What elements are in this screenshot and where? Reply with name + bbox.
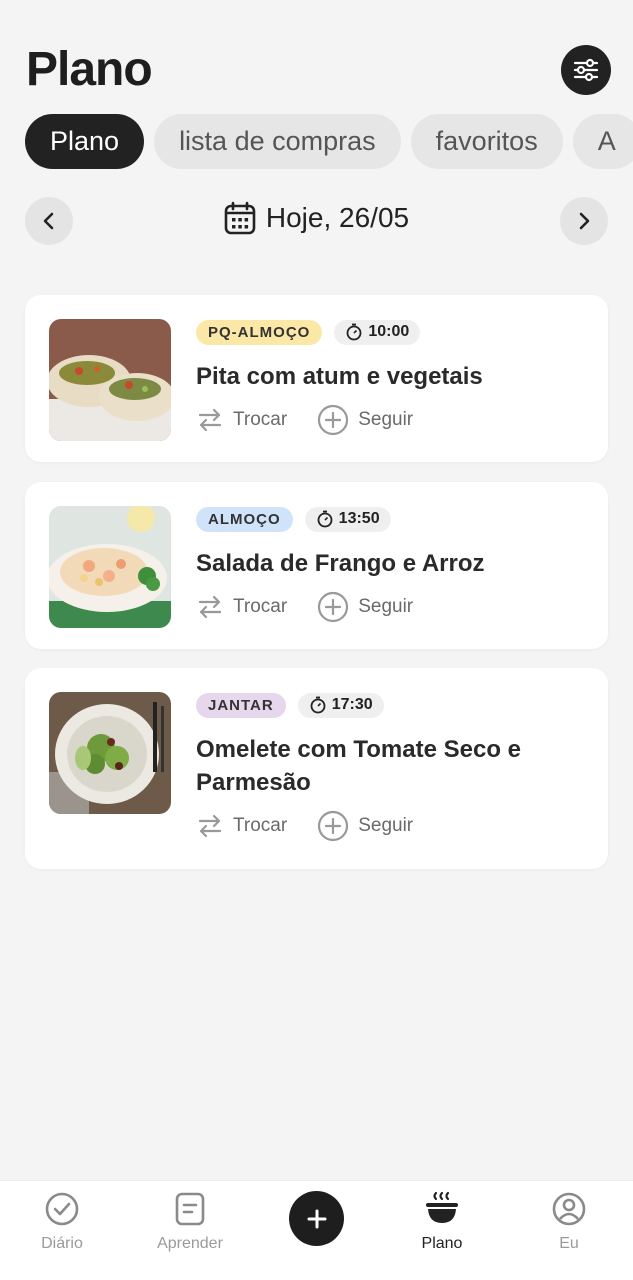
- bottom-navigation: Diário Aprender Plano Eu: [0, 1180, 633, 1280]
- meal-time: 17:30: [331, 696, 373, 713]
- tab-more[interactable]: A: [572, 114, 633, 169]
- swap-button[interactable]: Trocar: [196, 406, 287, 434]
- nav-item-eu[interactable]: Eu: [514, 1189, 624, 1253]
- date-navigator: Hoje, 26/05: [25, 197, 608, 247]
- nav-item-aprender[interactable]: Aprender: [135, 1189, 245, 1253]
- meal-name[interactable]: Salada de Frango e Arroz: [196, 547, 588, 580]
- meal-name[interactable]: Omelete com Tomate Seco e Parmesão: [196, 733, 588, 799]
- time-badge: 10:00: [334, 319, 421, 345]
- swap-button[interactable]: Trocar: [196, 812, 287, 840]
- stopwatch-icon: [310, 696, 326, 714]
- nav-item-plano[interactable]: Plano: [387, 1189, 497, 1253]
- date-display[interactable]: Hoje, 26/05: [25, 201, 608, 235]
- add-button[interactable]: [289, 1191, 344, 1246]
- header: Plano: [26, 40, 611, 100]
- date-text: Hoje, 26/05: [265, 202, 410, 233]
- document-icon: [175, 1192, 205, 1226]
- swap-icon: [198, 814, 222, 838]
- next-day-button[interactable]: [560, 197, 608, 245]
- follow-label: Seguir: [358, 815, 414, 836]
- nav-label: Plano: [421, 1235, 463, 1252]
- profile-icon: [552, 1192, 586, 1226]
- plus-icon: [307, 1209, 326, 1228]
- meal-photo: [49, 319, 171, 441]
- meal-time: 13:50: [338, 510, 380, 527]
- nav-label: Eu: [559, 1235, 579, 1252]
- plus-circle-icon: [318, 810, 349, 842]
- meal-type-badge: ALMOÇO: [196, 506, 293, 532]
- tab-lista-de-compras[interactable]: lista de compras: [154, 114, 401, 169]
- meal-type-badge: JANTAR: [196, 692, 286, 718]
- filter-button[interactable]: [561, 45, 611, 95]
- meal-card[interactable]: JANTAR 17:30 Omelete com Tomate Seco e P…: [25, 668, 608, 869]
- swap-label: Trocar: [233, 409, 288, 430]
- tab-favoritos[interactable]: favoritos: [410, 114, 563, 169]
- meal-card[interactable]: ALMOÇO 13:50 Salada de Frango e Arroz Tr…: [25, 482, 608, 649]
- plus-circle-icon: [318, 404, 349, 436]
- swap-label: Trocar: [233, 815, 288, 836]
- nav-item-diario[interactable]: Diário: [7, 1189, 117, 1253]
- nav-label: Diário: [41, 1235, 83, 1252]
- plus-circle-icon: [318, 591, 349, 623]
- sliders-icon: [573, 58, 599, 82]
- check-circle-icon: [45, 1192, 79, 1226]
- meal-photo: [49, 692, 171, 814]
- chevron-right-icon: [579, 212, 590, 230]
- follow-label: Seguir: [358, 409, 414, 430]
- swap-icon: [198, 408, 222, 432]
- follow-button[interactable]: Seguir: [317, 591, 413, 623]
- meal-photo: [49, 506, 171, 628]
- swap-button[interactable]: Trocar: [196, 593, 287, 621]
- nav-label: Aprender: [157, 1235, 223, 1252]
- swap-label: Trocar: [233, 596, 288, 617]
- stopwatch-icon: [346, 323, 362, 341]
- tab-bar: Plano lista de compras favoritos A: [25, 114, 633, 170]
- swap-icon: [198, 595, 222, 619]
- meal-card[interactable]: PQ-ALMOÇO 10:00 Pita com atum e vegetais…: [25, 295, 608, 462]
- stopwatch-icon: [317, 510, 333, 528]
- follow-label: Seguir: [358, 596, 414, 617]
- calendar-icon: [224, 201, 256, 235]
- meal-type-badge: PQ-ALMOÇO: [196, 319, 323, 345]
- meal-name[interactable]: Pita com atum e vegetais: [196, 360, 588, 393]
- page-title: Plano: [26, 43, 153, 96]
- time-badge: 17:30: [297, 692, 384, 718]
- tab-plano[interactable]: Plano: [25, 114, 145, 169]
- follow-button[interactable]: Seguir: [317, 810, 413, 842]
- follow-button[interactable]: Seguir: [317, 404, 413, 436]
- meal-time: 10:00: [368, 323, 410, 340]
- time-badge: 13:50: [304, 506, 391, 532]
- bowl-icon: [426, 1191, 458, 1223]
